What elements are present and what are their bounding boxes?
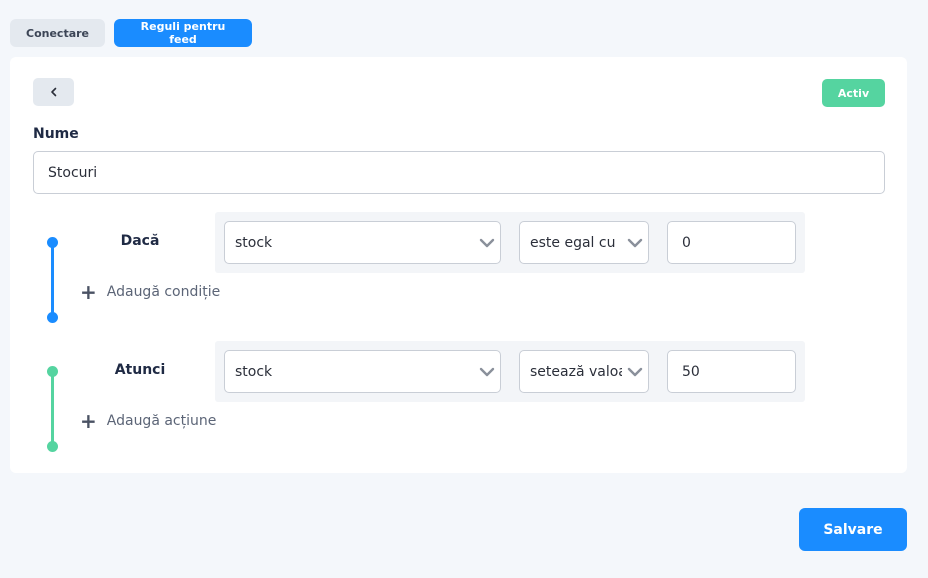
add-condition-link[interactable]: + Adaugă condiție (80, 282, 220, 302)
action-block: Atunci stock setează valoarea + Adaugă a… (10, 341, 907, 452)
name-label: Nume (33, 126, 79, 142)
condition-field-select[interactable]: stock (224, 221, 501, 264)
chevron-down-icon (474, 367, 500, 377)
tab-bar: Conectare Reguli pentru feed (10, 19, 252, 47)
rule-editor-card: Activ Nume Dacă stock este egal cu + (10, 57, 907, 473)
chevron-left-icon (50, 87, 56, 97)
add-action-label: Adaugă acțiune (106, 413, 217, 429)
tab-reguli-pentru-feed[interactable]: Reguli pentru feed (114, 19, 252, 47)
action-operator-select[interactable]: setează valoarea (519, 350, 649, 393)
action-timeline-line (51, 372, 54, 446)
tab-conectare[interactable]: Conectare (10, 19, 105, 47)
add-condition-label: Adaugă condiție (106, 284, 221, 300)
action-row: stock setează valoarea (215, 341, 805, 402)
condition-timeline-dot-bottom (47, 312, 58, 323)
back-button[interactable] (33, 78, 74, 106)
action-value-input[interactable] (667, 350, 796, 393)
condition-timeline-dot-top (47, 237, 58, 248)
chevron-down-icon (622, 367, 648, 377)
status-badge: Activ (822, 79, 885, 107)
action-field-select[interactable]: stock (224, 350, 501, 393)
chevron-down-icon (474, 238, 500, 248)
condition-block: Dacă stock este egal cu + Adaugă condiți… (10, 212, 907, 323)
name-input[interactable] (33, 151, 885, 194)
condition-row: stock este egal cu (215, 212, 805, 273)
action-operator-value: setează valoarea (530, 363, 622, 380)
condition-label: Dacă (120, 233, 160, 249)
condition-field-value: stock (235, 234, 273, 251)
condition-operator-value: este egal cu (530, 234, 616, 251)
plus-icon: + (80, 280, 97, 304)
condition-timeline-line (51, 243, 54, 317)
chevron-down-icon (622, 238, 648, 248)
add-action-link[interactable]: + Adaugă acțiune (80, 411, 216, 431)
action-timeline-dot-bottom (47, 441, 58, 452)
action-label: Atunci (114, 362, 166, 378)
action-timeline-dot-top (47, 366, 58, 377)
condition-value-input[interactable] (667, 221, 796, 264)
plus-icon: + (80, 409, 97, 433)
save-button[interactable]: Salvare (799, 508, 907, 551)
action-field-value: stock (235, 363, 273, 380)
condition-operator-select[interactable]: este egal cu (519, 221, 649, 264)
